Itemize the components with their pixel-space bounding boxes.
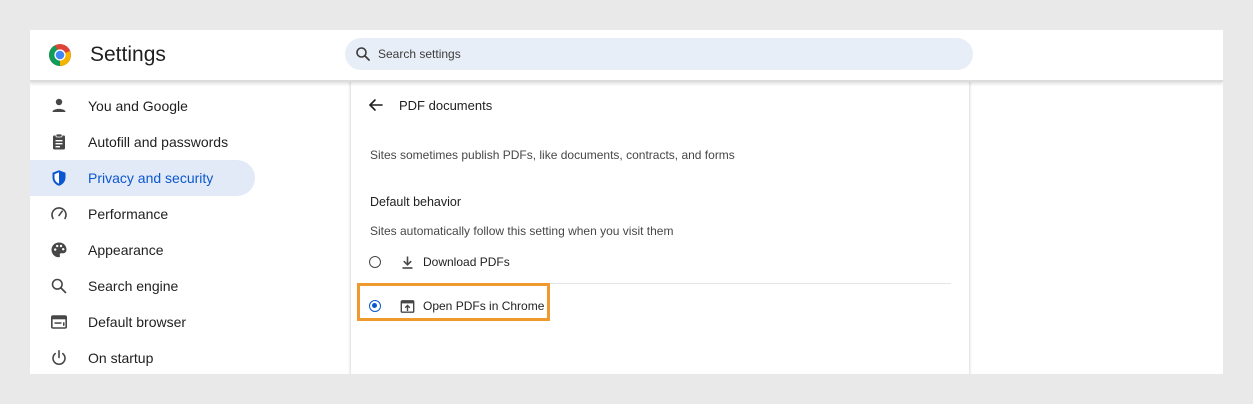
download-icon — [402, 256, 413, 269]
option-download-pdfs[interactable]: Download PDFs — [369, 249, 510, 275]
sidebar: You and Google Autofill and passwords Pr… — [30, 82, 350, 374]
sidebar-item-appearance[interactable]: Appearance — [30, 232, 255, 268]
clipboard-icon — [53, 133, 65, 150]
main-content: PDF documents Sites sometimes publish PD… — [350, 82, 970, 374]
option-label: Download PDFs — [423, 255, 510, 269]
sidebar-item-default-browser[interactable]: Default browser — [30, 304, 255, 340]
sidebar-item-label: Autofill and passwords — [88, 134, 229, 150]
person-icon — [52, 98, 66, 112]
sidebar-item-label: Default browser — [88, 314, 187, 330]
sidebar-item-label: Appearance — [88, 242, 164, 258]
sidebar-item-label: On startup — [88, 350, 154, 366]
sidebar-item-label: Search engine — [88, 278, 179, 294]
section-description: Sites automatically follow this setting … — [370, 224, 674, 238]
search-input[interactable]: Search settings — [378, 47, 461, 61]
shield-icon — [52, 170, 66, 186]
settings-window: Settings Search settings You and Google — [30, 30, 1223, 374]
app-title: Settings — [90, 43, 166, 66]
sidebar-item-privacy-and-security[interactable]: Privacy and security — [30, 160, 255, 196]
section-title: Default behavior — [370, 195, 462, 209]
sidebar-item-performance[interactable]: Performance — [30, 196, 255, 232]
sidebar-item-on-startup[interactable]: On startup — [30, 340, 255, 374]
page-title: PDF documents — [399, 98, 493, 113]
sidebar-item-label: Privacy and security — [88, 170, 214, 186]
search-bar[interactable]: Search settings — [345, 38, 973, 70]
search-icon — [51, 278, 67, 294]
browser-window-icon — [50, 315, 67, 329]
power-icon — [52, 349, 66, 365]
page-description: Sites sometimes publish PDFs, like docum… — [370, 148, 735, 162]
sidebar-item-search-engine[interactable]: Search engine — [30, 268, 255, 304]
top-bar: Settings Search settings — [30, 30, 1223, 82]
sidebar-item-label: Performance — [88, 206, 169, 222]
search-icon — [356, 47, 370, 61]
radio-download-pdfs[interactable] — [369, 256, 381, 268]
speedometer-icon — [51, 207, 67, 220]
back-arrow-icon[interactable] — [367, 96, 385, 114]
chrome-logo-icon — [49, 44, 71, 66]
sidebar-item-you-and-google[interactable]: You and Google — [30, 88, 255, 124]
highlight-box — [357, 283, 550, 321]
sidebar-item-autofill[interactable]: Autofill and passwords — [30, 124, 255, 160]
palette-icon — [51, 242, 67, 258]
sidebar-item-label: You and Google — [88, 98, 188, 114]
